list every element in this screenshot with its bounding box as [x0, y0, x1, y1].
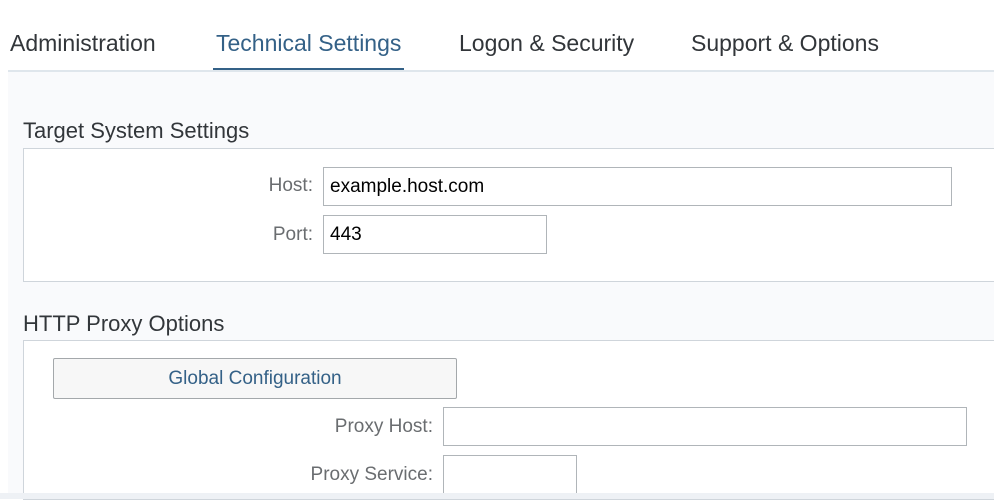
global-configuration-button[interactable]: Global Configuration: [53, 358, 457, 399]
port-label: Port:: [272, 224, 313, 245]
host-label: Host:: [268, 175, 313, 196]
tab-administration[interactable]: Administration: [10, 30, 156, 72]
proxy-service-label: Proxy Service:: [310, 464, 433, 485]
host-input[interactable]: [323, 167, 952, 206]
tab-bar: Administration Technical Settings Logon …: [0, 0, 994, 72]
port-input[interactable]: [323, 215, 547, 254]
proxy-service-input[interactable]: [443, 455, 577, 494]
proxy-host-label: Proxy Host:: [334, 416, 433, 437]
tab-logon-security[interactable]: Logon & Security: [459, 30, 634, 72]
target-system-settings-title: Target System Settings: [23, 118, 250, 143]
bottom-edge: [0, 493, 994, 499]
tab-support-options[interactable]: Support & Options: [691, 30, 879, 72]
tab-technical-settings[interactable]: Technical Settings: [212, 30, 405, 72]
proxy-host-input[interactable]: [443, 407, 967, 446]
http-proxy-options-title: HTTP Proxy Options: [23, 311, 225, 336]
